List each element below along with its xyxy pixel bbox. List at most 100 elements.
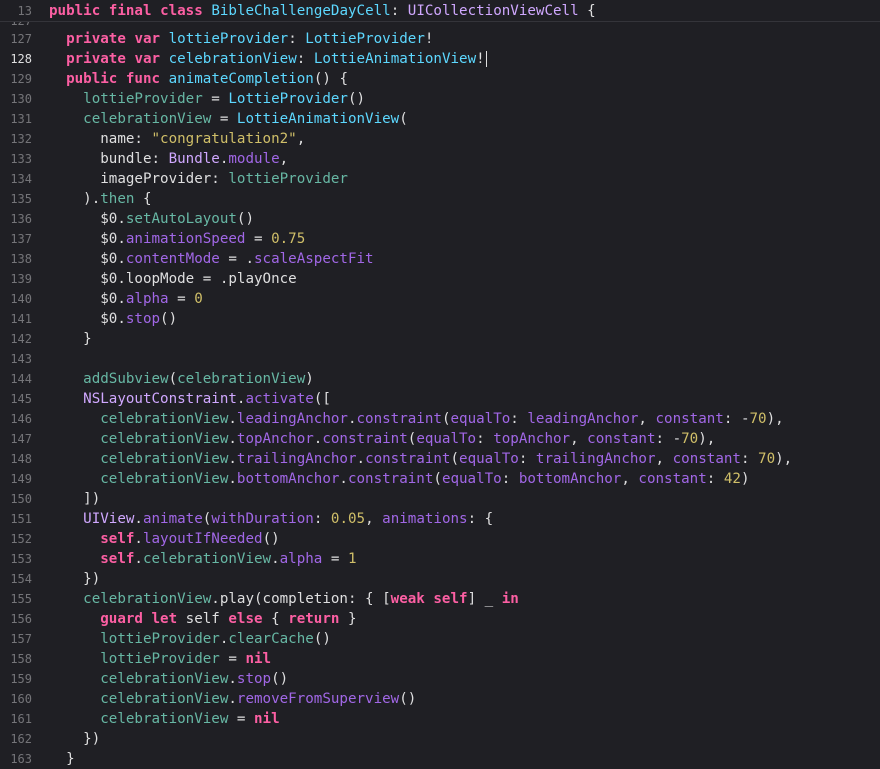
code-line[interactable]: 139 $0.loopMode = .playOnce [0,269,880,289]
code-token: ( [168,371,178,387]
line-number: 139 [10,272,32,286]
line-code: }) [49,731,100,747]
code-line[interactable]: 161 celebrationView = nil [0,709,880,729]
code-token: ). [49,191,101,207]
code-token: } [339,611,357,627]
code-line[interactable]: 143 [0,349,880,369]
code-line[interactable]: 135 ).then { [0,189,880,209]
code-line[interactable]: 146 celebrationView.leadingAnchor.constr… [0,409,880,429]
code-line[interactable]: 145 NSLayoutConstraint.activate([ [0,389,880,409]
code-line[interactable]: 155 celebrationView.play(completion: { [… [0,589,880,609]
code-token: animateCompletion [168,71,314,87]
code-line[interactable]: 144 addSubview(celebrationView) [0,369,880,389]
code-token: var [134,51,161,67]
line-code: addSubview(celebrationView) [49,371,314,387]
code-line[interactable]: 160 celebrationView.removeFromSuperview(… [0,689,880,709]
code-line[interactable]: 149 celebrationView.bottomAnchor.constra… [0,469,880,489]
code-token: : [313,511,331,527]
code-line[interactable]: 138 $0.contentMode = .scaleAspectFit [0,249,880,269]
code-token: : [518,451,536,467]
code-token: equalTo [416,431,477,447]
code-line[interactable]: 136 $0.setAutoLayout() [0,209,880,229]
code-token: imageProvider: [49,171,229,187]
code-line[interactable]: 134 imageProvider: lottieProvider [0,169,880,189]
code-line[interactable]: 141 $0.stop() [0,309,880,329]
code-line[interactable]: 131 celebrationView = LottieAnimationVie… [0,109,880,129]
code-token: equalTo [441,471,502,487]
code-line[interactable]: 162 }) [0,729,880,749]
line-code: $0.animationSpeed = 0.75 [49,231,305,247]
line-code: imageProvider: lottieProvider [49,171,348,187]
code-line[interactable]: 140 $0.alpha = 0 [0,289,880,309]
code-line[interactable]: 133 bundle: Bundle.module, [0,149,880,169]
code-line[interactable]: 127 private var lottieProvider: LottiePr… [0,29,880,49]
code-token: }) [49,731,101,747]
code-token: celebrationView [100,431,229,447]
code-line[interactable]: 150 ]) [0,489,880,509]
line-number: 155 [10,592,32,606]
code-token: lottieProvider [100,651,220,667]
code-line[interactable]: 128 private var celebrationView: LottieA… [0,49,880,69]
line-number: 131 [10,112,32,126]
code-line[interactable]: 158 lottieProvider = nil [0,649,880,669]
code-token: constraint [365,451,451,467]
code-line[interactable]: 130 lottieProvider = LottieProvider() [0,89,880,109]
source-editor[interactable]: 127 private var lottieProvider: LottiePr… [0,0,880,768]
code-line[interactable]: 148 celebrationView.trailingAnchor.const… [0,449,880,469]
code-token: ([ [313,391,331,407]
line-code: } [49,331,92,347]
code-token: celebrationView [100,691,229,707]
code-token: weak [390,591,425,607]
code-token: equalTo [450,411,511,427]
line-number: 137 [10,232,32,246]
code-line[interactable]: 151 UIView.animate(withDuration: 0.05, a… [0,509,880,529]
code-token: . [271,551,280,567]
line-code: $0.stop() [49,311,177,327]
line-number: 158 [10,652,32,666]
code-token: : - [723,411,750,427]
line-number: 149 [10,472,32,486]
line-code: celebrationView.leadingAnchor.constraint… [49,411,783,427]
code-line[interactable]: 163 } [0,749,880,769]
code-line[interactable]: 132 name: "congratulation2", [0,129,880,149]
code-token: equalTo [459,451,519,467]
code-line[interactable]: 147 celebrationView.topAnchor.constraint… [0,429,880,449]
code-token: bottomAnchor [518,471,622,487]
code-line[interactable]: 156 guard let self else { return } [0,609,880,629]
code-line[interactable]: 154 }) [0,569,880,589]
code-token: ! [424,31,434,47]
code-line[interactable]: 152 self.layoutIfNeeded() [0,529,880,549]
code-token: . [347,411,357,427]
line-code: public func animateCompletion() { [49,71,348,87]
code-token: module [228,151,280,167]
sticky-scope-header[interactable]: 13 public final class BibleChallengeDayC… [0,0,880,22]
line-code: $0.loopMode = .playOnce [49,271,296,287]
code-token: $0. [49,251,126,267]
code-token: ), [775,451,793,467]
code-line[interactable]: 142 } [0,329,880,349]
code-token: , [279,151,289,167]
code-token: () [236,211,255,227]
code-token: celebrationView [177,371,306,387]
code-line[interactable]: 159 celebrationView.stop() [0,669,880,689]
line-code: celebrationView.bottomAnchor.constraint(… [49,471,750,487]
line-number: 156 [10,612,32,626]
code-token: . [228,431,237,447]
code-line[interactable]: 153 self.celebrationView.alpha = 1 [0,549,880,569]
code-token: . [356,451,366,467]
code-token: ) [740,471,750,487]
code-line[interactable]: 137 $0.animationSpeed = 0.75 [0,229,880,249]
code-token: 1 [347,551,357,567]
code-token: celebrationView [83,591,212,607]
code-token: NSLayoutConstraint [83,391,237,407]
line-code: }) [49,571,100,587]
line-number: 152 [10,532,32,546]
code-line[interactable]: 157 lottieProvider.clearCache() [0,629,880,649]
code-line[interactable]: 129 public func animateCompletion() { [0,69,880,89]
line-code: NSLayoutConstraint.activate([ [49,391,331,407]
